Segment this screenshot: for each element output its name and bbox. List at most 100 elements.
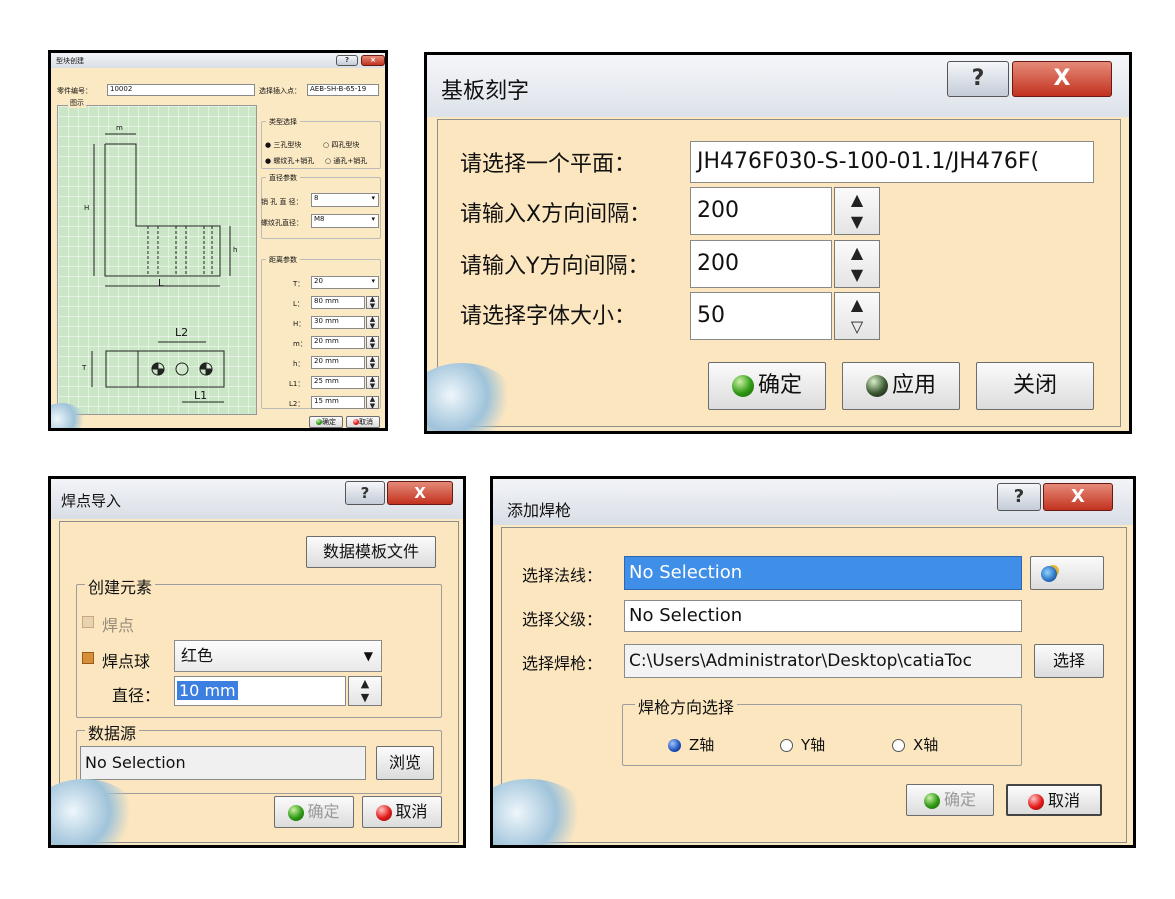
stepper-up-icon[interactable]: ▲ (835, 190, 879, 209)
insert-point-field[interactable]: AEB-SH-B-65-19 (307, 84, 379, 96)
close-button[interactable]: X (1043, 483, 1113, 511)
weld-ball-checkbox[interactable] (82, 652, 94, 664)
radio-four-hole[interactable]: ○ 四孔型块 (323, 140, 359, 150)
type-group-title: 类型选择 (266, 117, 300, 127)
part-no-field[interactable]: 10002 (107, 84, 255, 96)
cancel-button[interactable]: 取消 (346, 416, 380, 428)
color-select[interactable]: 红色 ▼ (174, 640, 382, 672)
help-button[interactable]: ? (345, 481, 385, 505)
x-interval-label: 请输入X方向间隔： (460, 202, 652, 227)
select-normal-button[interactable] (1030, 556, 1104, 590)
close-button[interactable]: X (1012, 61, 1112, 97)
stepper-down-icon[interactable]: ▼ (835, 212, 879, 231)
param-h-label: h： (293, 360, 305, 368)
dim-h-label: h (233, 246, 238, 254)
param-m-field[interactable]: 20 mm (311, 336, 365, 349)
stepper-down-icon[interactable]: ▼ (367, 342, 378, 350)
y-interval-stepper[interactable]: ▲ ▼ (834, 240, 880, 288)
stepper-down-icon[interactable]: ▼ (367, 402, 378, 410)
param-L2-field[interactable]: 15 mm (311, 396, 365, 409)
font-size-field[interactable]: 50 (690, 292, 832, 340)
y-interval-field[interactable]: 200 (690, 240, 832, 288)
stepper-up-icon[interactable]: ▲ (835, 243, 879, 262)
stepper-down-icon[interactable]: ▼ (349, 691, 381, 704)
close-button[interactable]: × (361, 55, 385, 66)
radio-thread-pin[interactable]: ● 螺纹孔+销孔 (265, 156, 314, 166)
param-m-stepper[interactable]: ▲ ▼ (366, 335, 379, 350)
pin-dia-select[interactable]: 8 ▾ (311, 193, 379, 207)
normal-field[interactable]: No Selection (624, 556, 1022, 590)
gun-direction-title: 焊枪方向选择 (635, 694, 738, 718)
data-source-field[interactable]: No Selection (80, 746, 366, 780)
x-interval-stepper[interactable]: ▲ ▼ (834, 187, 880, 235)
diameter-stepper[interactable]: ▲ ▼ (348, 676, 382, 706)
select-gun-button[interactable]: 选择 (1034, 644, 1104, 678)
param-H-field[interactable]: 30 mm (311, 316, 365, 329)
param-L-stepper[interactable]: ▲ ▼ (366, 295, 379, 310)
parent-field[interactable]: No Selection (624, 600, 1022, 632)
param-L-field[interactable]: 80 mm (311, 296, 365, 309)
param-L2-stepper[interactable]: ▲ ▼ (366, 395, 379, 410)
apply-button[interactable]: 应用 (842, 362, 960, 410)
stepper-up-icon[interactable]: ▲ (835, 295, 879, 314)
stepper-down-icon[interactable]: ▼ (367, 302, 378, 310)
cancel-button[interactable]: 取消 (1006, 784, 1102, 816)
diameter-field[interactable]: 10 mm (174, 676, 346, 706)
radio-selected-icon (668, 739, 681, 752)
param-L1-field[interactable]: 25 mm (311, 376, 365, 389)
param-L1-stepper[interactable]: ▲ ▼ (366, 375, 379, 390)
thread-pin-label: 螺纹孔+销孔 (273, 157, 315, 165)
radio-y-axis[interactable]: Y轴 (780, 734, 825, 755)
thread-dia-label: 螺纹孔直径： (261, 219, 303, 227)
close-button[interactable]: X (387, 481, 453, 505)
dialog-title: 基板刻字 (441, 79, 530, 104)
stepper-down-icon[interactable]: ▼ (367, 362, 378, 370)
help-button[interactable]: ? (947, 61, 1009, 97)
font-size-stepper[interactable]: ▲ ▽ (834, 292, 880, 340)
radio-x-axis[interactable]: X轴 (892, 734, 938, 755)
insert-point-label: 选择插入点： (259, 87, 301, 95)
plate-engrave-dialog: 基板刻字 ? X 请选择一个平面： JH476F030-S-100-01.1/J… (424, 52, 1132, 434)
chevron-down-icon: ▾ (371, 215, 375, 223)
param-H-stepper[interactable]: ▲ ▼ (366, 315, 379, 330)
stepper-down-icon[interactable]: ▼ (367, 322, 378, 330)
parent-label: 选择父级： (522, 610, 603, 629)
ok-button[interactable]: 确定 (906, 784, 994, 816)
param-T-select[interactable]: 20 ▾ (311, 276, 379, 289)
weld-point-label: 焊点 (102, 616, 135, 635)
cancel-label: 取消 (359, 418, 373, 426)
help-button[interactable]: ? (997, 483, 1041, 511)
radio-z-axis[interactable]: Z轴 (668, 734, 714, 755)
param-h-stepper[interactable]: ▲ ▼ (366, 355, 379, 370)
plane-field[interactable]: JH476F030-S-100-01.1/JH476F( (690, 141, 1094, 183)
ok-label: 确定 (943, 790, 976, 809)
thread-dia-select[interactable]: M8 ▾ (311, 214, 379, 228)
data-template-file-button[interactable]: 数据模板文件 (306, 536, 436, 568)
radio-three-hole[interactable]: ● 三孔型块 (265, 140, 301, 150)
gun-path-field[interactable]: C:\Users\Administrator\Desktop\catiaToc (624, 644, 1022, 678)
param-h-field[interactable]: 20 mm (311, 356, 365, 369)
stepper-up-icon[interactable]: ▲ (349, 677, 381, 690)
four-hole-label: 四孔型块 (331, 141, 360, 149)
param-L-label: L： (293, 300, 304, 308)
param-m-label: m： (293, 340, 307, 348)
x-interval-field[interactable]: 200 (690, 187, 832, 235)
stepper-down-icon[interactable]: ▼ (835, 265, 879, 284)
radio-through-pin[interactable]: ○ 通孔+销孔 (325, 156, 367, 166)
close-dialog-button[interactable]: 关闭 (976, 362, 1094, 410)
data-source-title: 数据源 (85, 720, 140, 744)
title-bar: 基板刻字 ? X (427, 55, 1129, 117)
globe-arrow-icon (1041, 565, 1057, 582)
help-button[interactable]: ? (336, 55, 358, 66)
ok-button[interactable]: 确定 (309, 416, 343, 428)
ok-button[interactable]: 确定 (708, 362, 826, 410)
browse-button[interactable]: 浏览 (376, 746, 434, 780)
param-T-value: 20 (314, 277, 323, 285)
apply-label: 应用 (891, 373, 936, 398)
ok-button[interactable]: 确定 (274, 796, 354, 828)
stepper-down-icon[interactable]: ▼ (367, 382, 378, 390)
cancel-button[interactable]: 取消 (362, 796, 442, 828)
weld-point-checkbox[interactable] (82, 616, 94, 628)
create-elements-title: 创建元素 (85, 574, 156, 598)
stepper-down-icon[interactable]: ▽ (835, 317, 879, 336)
